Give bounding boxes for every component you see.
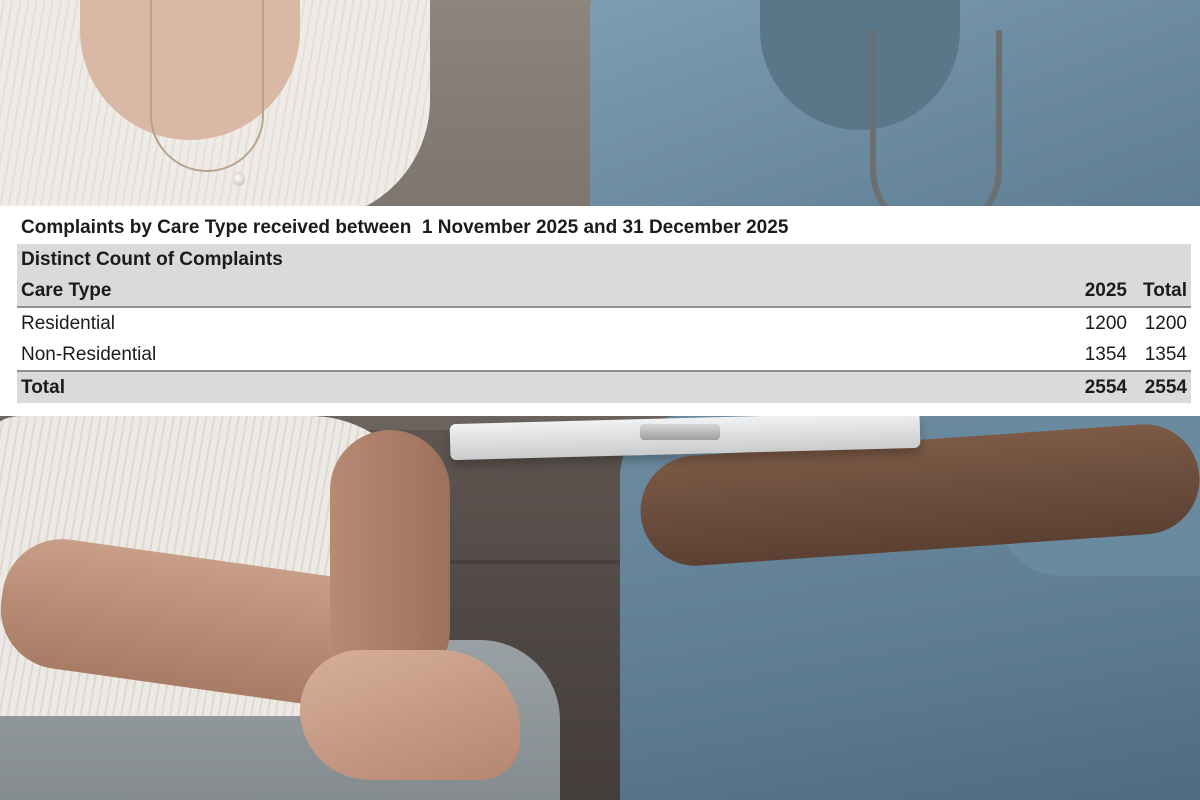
total-year-value: 2554: [1084, 377, 1127, 398]
measure-label: Distinct Count of Complaints: [17, 244, 1191, 275]
pendant: [233, 172, 245, 186]
table-header-row: Care Type 2025 Total: [17, 275, 1191, 308]
header-care-type: Care Type: [21, 280, 112, 301]
row-total-value: 1354: [1144, 344, 1187, 365]
necklace: [150, 0, 264, 172]
row-year-value: 1200: [1084, 313, 1127, 334]
total-total-value: 2554: [1144, 377, 1187, 398]
patient-clasped-hands: [300, 650, 520, 780]
table-row: Non-Residential 1354 1354: [17, 339, 1191, 370]
row-label: Non-Residential: [21, 344, 157, 365]
total-label: Total: [21, 377, 65, 398]
header-year: 2025: [1084, 280, 1127, 301]
table-title: Complaints by Care Type received between…: [21, 217, 789, 238]
row-total-value: 1200: [1144, 313, 1187, 334]
row-year-value: 1354: [1084, 344, 1127, 365]
table-total-row: Total 2554 2554: [17, 370, 1191, 403]
row-label: Residential: [21, 313, 115, 334]
clipboard-clip: [640, 424, 720, 440]
complaints-table: Complaints by Care Type received between…: [17, 212, 1191, 403]
header-total: Total: [1143, 280, 1187, 301]
table-row: Residential 1200 1200: [17, 308, 1191, 339]
